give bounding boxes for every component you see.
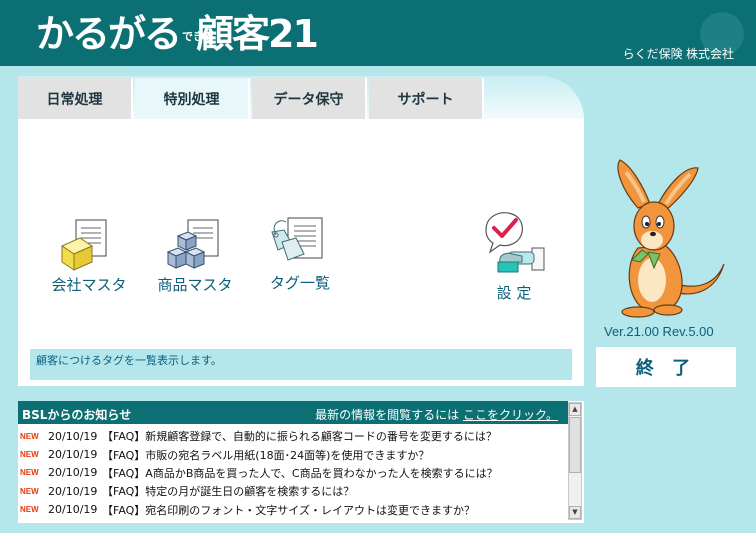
company-master-label: 会社マスタ [51, 276, 127, 294]
scroll-down-icon[interactable]: ▼ [569, 506, 581, 519]
product-master-button[interactable]: 商品マスタ [150, 216, 240, 296]
tab-support[interactable]: サポート [369, 78, 484, 119]
news-date: 20/10/19 [48, 429, 98, 443]
news-date: 20/10/19 [48, 448, 98, 462]
product-master-icon [166, 219, 219, 269]
scroll-up-icon[interactable]: ▲ [569, 403, 581, 416]
news-item[interactable]: NEW 20/10/19 【FAQ】A商品かB商品を買った人で、C商品を買わなか… [18, 464, 568, 482]
company-master-icon [60, 219, 107, 271]
tab-data-maintenance[interactable]: データ保守 [252, 78, 367, 119]
tag-list-icon [271, 217, 323, 261]
news-link-prefix: 最新の情報を閲覧するには [315, 408, 463, 422]
settings-icon [485, 212, 545, 273]
app-header: かるがる できる顧客21 らくだ保険 株式会社 [0, 0, 756, 66]
new-badge: NEW [20, 505, 39, 515]
news-text: 【FAQ】宛名印刷のフォント・文字サイズ・レイアウトは変更できますか？ [102, 503, 475, 517]
news-header: BSLからのお知らせ 最新の情報を閲覧するには ここをクリック。 [18, 401, 568, 424]
company-master-button[interactable]: 会社マスタ [46, 216, 132, 296]
product-master-label: 商品マスタ [157, 276, 233, 294]
news-date: 20/10/19 [48, 466, 98, 480]
new-badge: NEW [20, 450, 39, 460]
version-label: Ver.21.00 Rev.5.00 [604, 324, 714, 339]
news-item[interactable]: NEW 20/10/19 【FAQ】特定の月が誕生日の顧客を検索するには？ [18, 482, 568, 500]
new-badge: NEW [20, 486, 39, 496]
news-date: 20/10/19 [48, 484, 98, 498]
news-item[interactable]: NEW 20/10/19 【FAQ】新規顧客登録で、自動的に振られる顧客コードの… [18, 427, 568, 445]
company-name: らくだ保険 株式会社 [622, 47, 734, 61]
news-scrollbar[interactable]: ▲ ▼ [568, 402, 582, 520]
tag-list-button[interactable]: タグ一覧 [256, 214, 344, 296]
news-panel: BSLからのお知らせ 最新の情報を閲覧するには ここをクリック。 NEW 20/… [18, 401, 584, 523]
news-link-wrapper: 最新の情報を閲覧するには ここをクリック。 [315, 406, 558, 423]
news-item[interactable]: NEW 20/10/19 【FAQ】市販の宛名ラベル用紙(18面･24面等)を使… [18, 445, 568, 463]
status-description: 顧客につけるタグを一覧表示します。 [30, 349, 572, 380]
tab-daily[interactable]: 日常処理 [18, 78, 133, 119]
news-text: 【FAQ】特定の月が誕生日の顧客を検索するには？ [102, 485, 355, 499]
kangaroo-mascot-icon [617, 159, 725, 318]
exit-button[interactable]: 終 了 [596, 347, 736, 387]
news-text: 【FAQ】新規顧客登録で、自動的に振られる顧客コードの番号を変更するには？ [102, 430, 497, 444]
settings-button[interactable]: 設 定 [476, 208, 552, 304]
news-item[interactable]: NEW 20/10/19 【FAQ】宛名印刷のフォント・文字サイズ・レイアウトは… [18, 501, 568, 519]
news-title: BSLからのお知らせ [22, 408, 132, 422]
new-badge: NEW [20, 468, 39, 478]
tag-list-label: タグ一覧 [269, 274, 330, 292]
settings-label: 設 定 [496, 284, 532, 302]
logo-text-main: かるがる [36, 12, 182, 56]
logo-text-small: できる [182, 30, 215, 43]
tab-special[interactable]: 特別処理 [135, 78, 250, 119]
news-date: 20/10/19 [48, 503, 98, 517]
news-text: 【FAQ】A商品かB商品を買った人で、C商品を買わなかった人を検索するには？ [102, 466, 498, 480]
news-list: NEW 20/10/19 【FAQ】新規顧客登録で、自動的に振られる顧客コードの… [18, 427, 568, 519]
app-logo: かるがる できる顧客21 [36, 10, 319, 58]
scroll-thumb[interactable] [569, 417, 581, 473]
main-panel: 日常処理 特別処理 データ保守 サポート 会社マスタ 商品マスタ タグ一覧 設 … [18, 76, 584, 386]
new-badge: NEW [20, 431, 39, 441]
news-link[interactable]: ここをクリック。 [463, 408, 558, 422]
logo-text-product: 顧客21 [196, 12, 319, 56]
news-text: 【FAQ】市販の宛名ラベル用紙(18面･24面等)を使用できますか？ [102, 448, 430, 462]
